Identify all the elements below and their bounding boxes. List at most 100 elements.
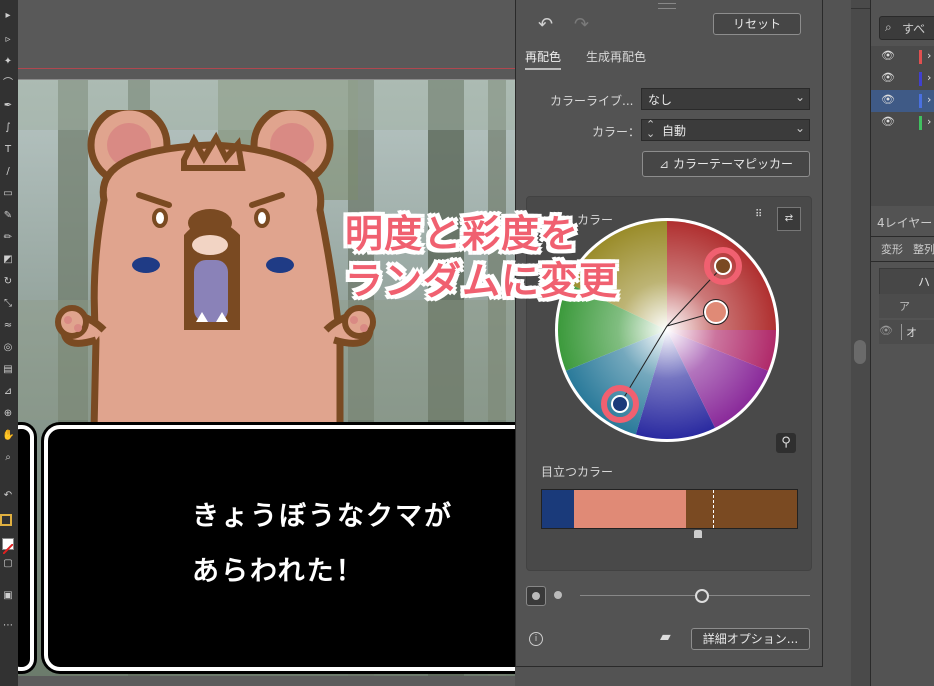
message-dialog-box: きょうぼうなクマが あらわれた！ [44, 425, 515, 671]
redo-icon[interactable]: ↷ [574, 14, 589, 35]
transform-header-glyph: ハ [917, 275, 930, 289]
panel-dock-gutter [851, 0, 870, 686]
direct-selection-tool-icon[interactable]: ▹ [2, 34, 14, 46]
panel-grip[interactable] [658, 3, 676, 9]
line-tool-icon[interactable]: / [2, 166, 14, 178]
saturation-mode-button[interactable] [526, 586, 546, 606]
chevron-down-icon: ⌄ [794, 90, 805, 104]
draw-mode-icon[interactable]: ▢ [2, 558, 14, 570]
dock-top [851, 0, 870, 9]
layer-color-chip [919, 94, 922, 108]
paintbrush-tool-icon[interactable]: ✎ [2, 210, 14, 222]
brown-color-handle[interactable] [714, 257, 732, 275]
search-icon: ⌕ [885, 20, 892, 34]
chevron-down-icon: ⌄ [794, 121, 805, 135]
rectangle-tool-icon[interactable]: ▭ [2, 188, 14, 200]
color-library-select[interactable]: なし ⌄ [641, 88, 810, 110]
document-canvas[interactable]: きょうぼうなクマが あらわれた！ [18, 0, 515, 686]
screen-mode-icon[interactable]: ▣ [2, 590, 14, 602]
expand-icon[interactable]: › [927, 71, 931, 84]
layer-search-input[interactable]: ⌕ すべ [879, 16, 934, 40]
prominent-colors-bar[interactable] [541, 489, 798, 529]
layer-row[interactable]: 👁 › [871, 68, 934, 90]
shape-builder-tool-icon[interactable]: ◎ [2, 342, 14, 354]
brightness-mode-button[interactable] [550, 587, 566, 603]
dialog-line-2: あらわれた！ [192, 556, 365, 587]
expand-icon[interactable]: › [927, 49, 931, 62]
rotate-tool-icon[interactable]: ↻ [2, 276, 14, 288]
transform-row-glyph: ア [899, 300, 910, 313]
eye-icon[interactable]: 👁 [881, 49, 895, 62]
gradient-tool-icon[interactable]: ▤ [2, 364, 14, 376]
color-theme-picker-button[interactable]: ⊿ カラーテーマピッカー [642, 151, 810, 177]
layer-color-chip [919, 116, 922, 130]
brightness-slider-thumb[interactable] [695, 589, 709, 603]
salmon-color-handle[interactable] [704, 300, 728, 324]
width-tool-icon[interactable]: ≈ [2, 320, 14, 332]
dialog-line-1: きょうぼうなクマが [192, 501, 453, 532]
navy-color-handle[interactable] [611, 395, 629, 413]
scale-tool-icon[interactable]: ⤡ [2, 298, 14, 310]
prominent-colors-label: 目立つカラー [541, 465, 614, 479]
folder-icon[interactable]: ▰ [660, 629, 671, 645]
type-tool-icon[interactable]: T [2, 144, 14, 156]
eye-icon[interactable]: 👁 [879, 324, 893, 337]
layer-color-chip [919, 72, 922, 86]
undo-icon[interactable]: ↶ [538, 14, 553, 35]
expand-icon[interactable]: › [927, 93, 931, 106]
side-dialog-box [18, 425, 34, 671]
more-tools-icon[interactable]: ⋯ [2, 620, 14, 632]
horizontal-scrollbar[interactable] [18, 676, 515, 686]
colors-count-select[interactable]: ⌃ ⌄ 自動 ⌄ [641, 119, 810, 141]
hand-tool-icon[interactable]: ✋ [2, 430, 14, 442]
eraser-tool-icon[interactable]: ◩ [2, 254, 14, 266]
stepper-icon[interactable]: ⌃ ⌄ [646, 119, 655, 139]
search-placeholder: すべ [902, 22, 926, 36]
layers-panel: ⌕ すべ 👁 › 👁 › 👁 › 👁 › 4レイヤー 変形 整列 ハ ア 👁 オ [870, 0, 934, 686]
pen-tool-icon[interactable]: ✒ [2, 100, 14, 112]
none-swatch-icon[interactable] [2, 538, 14, 555]
eyedropper-icon: ⊿ [658, 157, 670, 171]
color-theme-picker-label: カラーテーマピッカー [673, 157, 794, 171]
blend-tool-icon[interactable]: ⊕ [2, 408, 14, 420]
colors-count-value: 自動 [662, 124, 687, 138]
prominent-color-salmon[interactable] [574, 490, 686, 528]
eye-icon[interactable]: 👁 [881, 93, 895, 106]
pencil-tool-icon[interactable]: ✏ [2, 232, 14, 244]
color-divider [713, 490, 714, 528]
color-library-value: なし [648, 93, 673, 107]
tab-recolor[interactable]: 再配色 [525, 48, 562, 70]
tab-generative-recolor[interactable]: 生成再配色 [586, 48, 646, 65]
layer-row[interactable]: 👁 › [871, 112, 934, 134]
tab-transform[interactable]: 変形 [881, 241, 903, 257]
layer-list: 👁 › 👁 › 👁 › 👁 › [871, 46, 934, 206]
lasso-tool-icon[interactable]: ⌒ [2, 78, 14, 90]
swap-colors-icon[interactable]: ↶ [2, 490, 14, 502]
dock-scroll-thumb[interactable] [854, 340, 866, 364]
transform-row[interactable]: 👁 オ [879, 320, 934, 344]
magic-wand-tool-icon[interactable]: ✦ [2, 56, 14, 68]
layer-row[interactable]: 👁 › [871, 46, 934, 68]
curvature-tool-icon[interactable]: ∫ [2, 122, 14, 134]
eyedropper-tool-icon[interactable]: ⊿ [2, 386, 14, 398]
tools-toolbar: ▸ ▹ ✦ ⌒ ✒ ∫ T / ▭ ✎ ✏ ◩ ↻ ⤡ ≈ ◎ ▤ ⊿ ⊕ ✋ … [0, 0, 18, 686]
expand-icon[interactable]: › [927, 115, 931, 128]
fill-stroke-swatch[interactable] [0, 514, 12, 526]
zoom-tool-icon[interactable]: ⌕ [2, 452, 14, 464]
annotation-line-2: ランダムに変更 [345, 259, 619, 303]
tab-align[interactable]: 整列 [913, 241, 934, 257]
prominent-color-navy[interactable] [542, 490, 574, 528]
layer-row-selected[interactable]: 👁 › [871, 90, 934, 112]
tab-strip: 変形 整列 [871, 236, 934, 262]
eye-icon[interactable]: 👁 [881, 115, 895, 128]
prominent-color-brown[interactable] [686, 490, 797, 528]
reset-button[interactable]: リセット [713, 13, 801, 35]
transform-row-glyph: オ [901, 324, 917, 340]
colors-count-label: カラー： [592, 125, 641, 139]
layer-color-chip [919, 50, 922, 64]
info-icon[interactable]: i [529, 632, 543, 646]
eye-icon[interactable]: 👁 [881, 71, 895, 84]
advanced-options-button[interactable]: 詳細オプション... [691, 628, 810, 650]
divider-handle[interactable] [694, 530, 702, 538]
selection-tool-icon[interactable]: ▸ [2, 10, 14, 22]
